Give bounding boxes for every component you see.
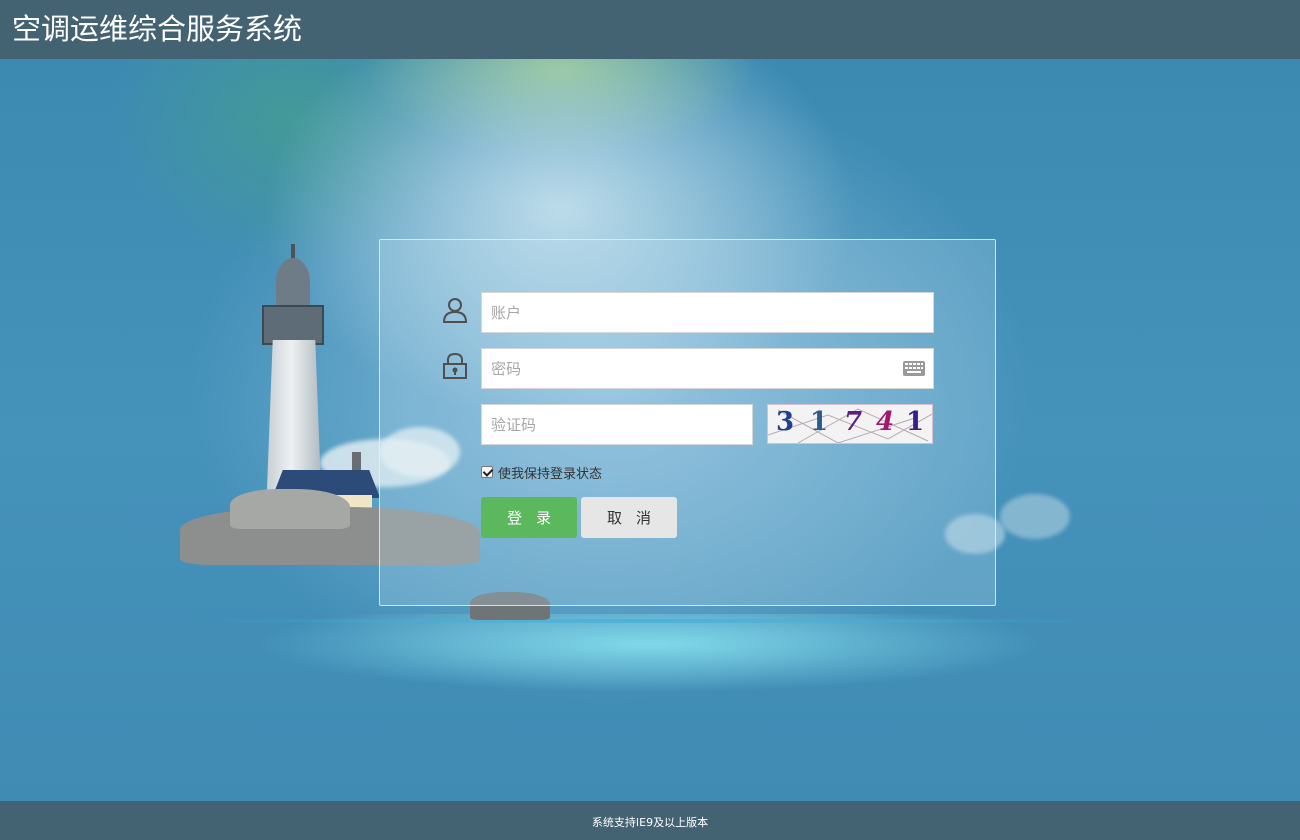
cancel-button[interactable]: 取消	[581, 497, 677, 538]
remember-checkbox[interactable]	[481, 466, 493, 478]
house-chimney	[352, 452, 361, 472]
captcha-digit: 7	[844, 407, 863, 437]
login-button[interactable]: 登录	[481, 497, 577, 538]
captcha-digit: 1	[906, 407, 925, 437]
user-icon	[442, 298, 468, 323]
captcha-digit: 1	[810, 407, 829, 437]
footer-bar: 系统支持IE9及以上版本	[0, 801, 1300, 840]
captcha-image[interactable]: 3 1 7 4 1	[767, 404, 933, 444]
captcha-digit: 4	[876, 407, 895, 437]
lighthouse-gallery	[262, 305, 324, 345]
captcha-digit: 3	[776, 407, 795, 437]
remember-label: 使我保持登录状态	[498, 466, 603, 482]
captcha-input[interactable]	[481, 404, 753, 445]
cloud	[1000, 494, 1070, 539]
keyboard-icon[interactable]	[903, 361, 925, 376]
lighthouse-lantern	[276, 258, 310, 306]
header-bar: 空调运维综合服务系统	[0, 0, 1300, 59]
island-rock	[230, 489, 350, 529]
password-input[interactable]	[481, 348, 934, 389]
remember-me[interactable]: 使我保持登录状态	[481, 463, 603, 482]
sea	[160, 614, 1140, 734]
footer-text: 系统支持IE9及以上版本	[591, 816, 709, 829]
lock-icon	[443, 352, 467, 379]
app-title: 空调运维综合服务系统	[12, 12, 303, 46]
username-input[interactable]	[481, 292, 934, 333]
horizon	[190, 619, 1110, 623]
